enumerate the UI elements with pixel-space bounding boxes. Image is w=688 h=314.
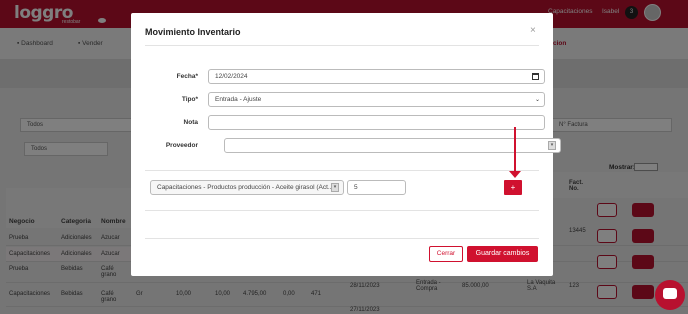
modal-title: Movimiento Inventario bbox=[145, 27, 241, 37]
tipo-value: Entrada - Ajuste bbox=[215, 96, 262, 103]
divider bbox=[145, 210, 539, 211]
chevron-down-icon[interactable]: ▾ bbox=[548, 141, 556, 150]
add-product-button[interactable]: + bbox=[504, 180, 522, 195]
fecha-value: 12/02/2024 bbox=[215, 73, 248, 80]
nota-label: Nota bbox=[183, 119, 198, 126]
chevron-down-icon: ⌄ bbox=[534, 97, 540, 103]
quantity-value: 5 bbox=[354, 184, 358, 191]
chevron-down-icon[interactable]: ▾ bbox=[331, 183, 339, 192]
product-select[interactable]: Capacitaciones - Productos producción - … bbox=[150, 180, 344, 195]
fecha-label: Fecha* bbox=[176, 73, 198, 80]
divider bbox=[145, 45, 539, 46]
tipo-select[interactable]: Entrada - Ajuste ⌄ bbox=[208, 92, 545, 107]
inventory-movement-modal: Movimiento Inventario × Fecha* 12/02/202… bbox=[131, 13, 561, 276]
product-value: Capacitaciones - Productos producción - … bbox=[157, 184, 334, 191]
chat-button[interactable] bbox=[655, 280, 685, 310]
divider bbox=[145, 238, 539, 239]
close-button[interactable]: Cerrar bbox=[429, 246, 463, 262]
save-button[interactable]: Guardar cambios bbox=[467, 246, 538, 262]
proveedor-select[interactable]: ▾ bbox=[224, 138, 561, 153]
annotation-arrow-head bbox=[509, 171, 521, 178]
fecha-field[interactable]: 12/02/2024 bbox=[208, 69, 545, 84]
quantity-input[interactable]: 5 bbox=[347, 180, 406, 195]
calendar-icon[interactable] bbox=[532, 73, 539, 80]
nota-field[interactable] bbox=[208, 115, 545, 130]
proveedor-label: Proveedor bbox=[165, 142, 198, 149]
tipo-label: Tipo* bbox=[181, 96, 198, 103]
close-icon[interactable]: × bbox=[530, 25, 536, 36]
divider bbox=[145, 170, 539, 171]
annotation-arrow bbox=[514, 127, 516, 173]
chat-icon bbox=[663, 288, 677, 299]
